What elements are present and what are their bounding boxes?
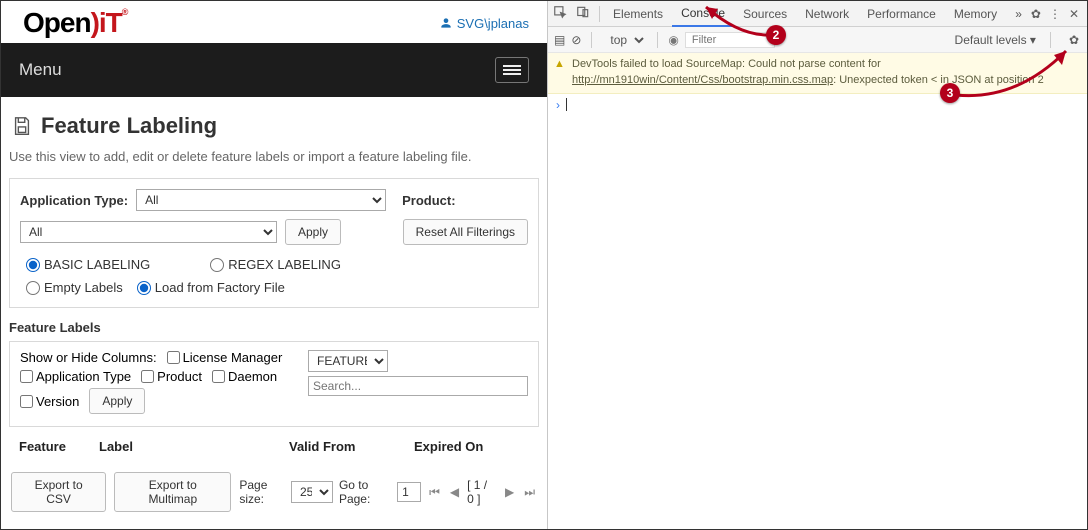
save-icon [11,115,33,137]
chk-daemon[interactable]: Daemon [212,369,277,384]
clear-console-icon[interactable]: ⊘ [571,33,581,47]
annotation-arrow-3 [946,43,1086,103]
warning-icon: ▲ [554,57,565,73]
chk-application-type[interactable]: Application Type [20,369,131,384]
brand-text-open: Open [23,7,91,38]
divider [599,6,600,22]
feature-select[interactable]: FEATURE [308,350,388,372]
th-valid: Valid From [289,439,414,454]
chk-product[interactable]: Product [141,369,202,384]
pager-row: Export to CSV Export to Multimap Page si… [1,462,547,522]
menu-toggle-button[interactable] [495,57,529,83]
warn-link[interactable]: http://mn1910win/Content/Css/bootstrap.m… [572,74,833,86]
page-title-text: Feature Labeling [41,113,217,139]
radio-regex-labeling[interactable]: REGEX LABELING [210,257,341,272]
tab-network[interactable]: Network [796,1,858,27]
product-select[interactable]: All [20,221,277,243]
chk-license-manager[interactable]: License Manager [167,350,283,365]
annotation-badge-3: 3 [940,83,960,103]
radio-regex-label: REGEX LABELING [228,257,341,272]
pager-prev-icon[interactable]: ◀ [448,485,461,499]
brand-bar: Open)iT® SVG\jplanas [1,1,547,43]
tab-performance[interactable]: Performance [858,1,945,27]
prompt-chevron-icon: › [556,98,560,112]
filter-panel: Application Type: All Product: All Apply… [9,178,539,308]
apptype-select[interactable]: All [136,189,386,211]
goto-page-input[interactable] [397,482,421,502]
annotation-arrow-2 [678,0,778,39]
export-csv-button[interactable]: Export to CSV [11,472,106,512]
menu-title: Menu [19,60,62,80]
devtools-pane: Elements Console Sources Network Perform… [547,1,1087,529]
tab-more[interactable]: » [1006,1,1031,27]
brand-reg: ® [122,7,128,17]
page-intro: Use this view to add, edit or delete fea… [1,147,547,178]
page-size-select[interactable]: 25 [291,481,333,503]
devtools-tabbar: Elements Console Sources Network Perform… [548,1,1087,27]
reset-filters-button[interactable]: Reset All Filterings [403,219,528,245]
app-pane: Open)iT® SVG\jplanas Menu Feature Labeli… [1,1,547,529]
table-header: Feature Label Valid From Expired On [9,431,539,462]
product-label: Product: [402,193,455,208]
feature-labels-heading: Feature Labels [1,318,547,341]
search-input[interactable] [308,376,528,396]
apply-columns-button[interactable]: Apply [89,388,145,414]
th-label: Label [99,439,289,454]
pager-next-icon[interactable]: ▶ [503,485,516,499]
apptype-label: Application Type: [20,193,128,208]
pager-position: [ 1 / 0 ] [467,478,497,506]
apply-filters-button[interactable]: Apply [285,219,341,245]
th-expired: Expired On [414,439,514,454]
brand-logo: Open)iT® [23,7,127,39]
radio-basic-labeling[interactable]: BASIC LABELING [26,257,150,272]
console-sidebar-toggle-icon[interactable]: ▤ [554,33,565,47]
devtools-menu-icon[interactable]: ⋮ [1049,7,1061,21]
warn-text-pre: DevTools failed to load SourceMap: Could… [572,58,881,70]
toggle-device-icon[interactable] [572,5,596,22]
showhide-label: Show or Hide Columns: [20,350,157,365]
radio-basic-label: BASIC LABELING [44,257,150,272]
tab-elements[interactable]: Elements [604,1,672,27]
context-select[interactable]: top [602,30,647,50]
user-link[interactable]: SVG\jplanas [439,16,529,31]
goto-page-label: Go to Page: [339,478,391,506]
page-title: Feature Labeling [1,97,547,147]
pager-first-icon[interactable]: ⏮ [427,485,442,500]
radio-load-label: Load from Factory File [155,280,285,295]
export-multimap-button[interactable]: Export to Multimap [114,472,231,512]
chk-version[interactable]: Version [20,394,79,409]
radio-empty-label: Empty Labels [44,280,123,295]
brand-text-it: )iT [91,7,122,38]
text-cursor [566,98,567,111]
inspect-element-icon[interactable] [548,5,572,22]
tab-memory[interactable]: Memory [945,1,1006,27]
annotation-badge-2: 2 [766,25,786,45]
th-feature: Feature [19,439,99,454]
devtools-settings-icon[interactable]: ✿ [1031,7,1041,21]
radio-empty-labels[interactable]: Empty Labels [26,280,123,295]
feature-labels-panel: Show or Hide Columns: License Manager Ap… [9,341,539,427]
radio-load-factory[interactable]: Load from Factory File [137,280,285,295]
pager-last-icon[interactable]: ⏭ [522,485,537,500]
devtools-close-icon[interactable]: ✕ [1069,7,1079,21]
user-name: SVG\jplanas [457,16,529,31]
menu-bar: Menu [1,43,547,97]
page-size-label: Page size: [239,478,285,506]
user-icon [439,16,453,30]
